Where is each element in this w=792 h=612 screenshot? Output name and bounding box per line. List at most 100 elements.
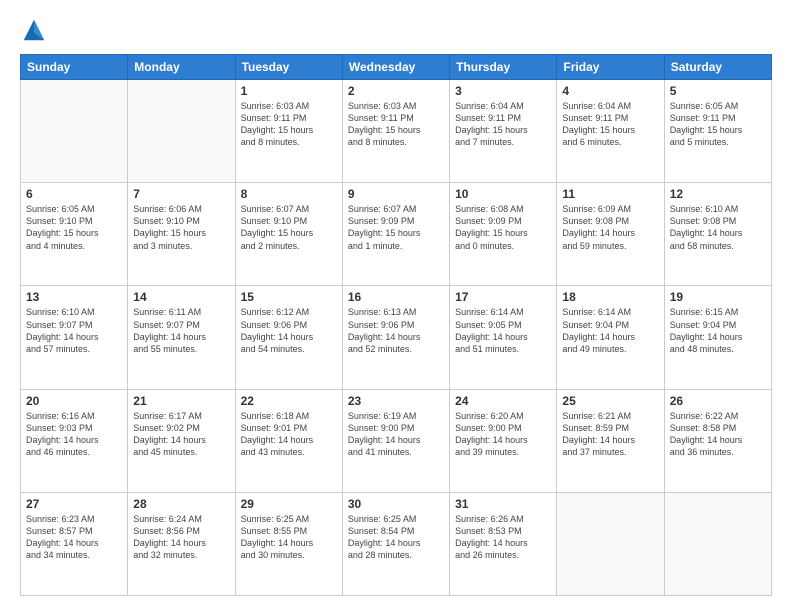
calendar-cell	[664, 492, 771, 595]
day-number: 7	[133, 187, 229, 201]
day-number: 11	[562, 187, 658, 201]
day-info: Sunrise: 6:22 AM Sunset: 8:58 PM Dayligh…	[670, 410, 766, 459]
day-info: Sunrise: 6:21 AM Sunset: 8:59 PM Dayligh…	[562, 410, 658, 459]
day-header-friday: Friday	[557, 55, 664, 80]
calendar-cell	[21, 80, 128, 183]
day-number: 2	[348, 84, 444, 98]
day-info: Sunrise: 6:18 AM Sunset: 9:01 PM Dayligh…	[241, 410, 337, 459]
day-info: Sunrise: 6:20 AM Sunset: 9:00 PM Dayligh…	[455, 410, 551, 459]
day-number: 13	[26, 290, 122, 304]
logo	[20, 16, 52, 44]
day-info: Sunrise: 6:04 AM Sunset: 9:11 PM Dayligh…	[562, 100, 658, 149]
day-info: Sunrise: 6:13 AM Sunset: 9:06 PM Dayligh…	[348, 306, 444, 355]
day-info: Sunrise: 6:15 AM Sunset: 9:04 PM Dayligh…	[670, 306, 766, 355]
calendar-cell: 30Sunrise: 6:25 AM Sunset: 8:54 PM Dayli…	[342, 492, 449, 595]
calendar-cell: 26Sunrise: 6:22 AM Sunset: 8:58 PM Dayli…	[664, 389, 771, 492]
calendar-week-row: 1 Sunrise: 6:03 AM Sunset: 9:11 PM Daylig…	[21, 80, 772, 183]
day-info: Sunrise: 6:10 AM Sunset: 9:08 PM Dayligh…	[670, 203, 766, 252]
day-number: 5	[670, 84, 766, 98]
calendar-week-row: 13 Sunrise: 6:10 AM Sunset: 9:07 PM Dayli…	[21, 286, 772, 389]
day-info: Sunrise: 6:09 AM Sunset: 9:08 PM Dayligh…	[562, 203, 658, 252]
day-info: Sunrise: 6:26 AM Sunset: 8:53 PM Dayligh…	[455, 513, 551, 562]
day-number: 27	[26, 497, 122, 511]
day-info: Sunrise: 6:03 AM Sunset: 9:11 PM Dayligh…	[348, 100, 444, 149]
day-info: Sunrise: 6:16 AM Sunset: 9:03 PM Dayligh…	[26, 410, 122, 459]
day-info: Sunrise: 6:17 AM Sunset: 9:02 PM Dayligh…	[133, 410, 229, 459]
calendar-cell: 13 Sunrise: 6:10 AM Sunset: 9:07 PM Dayli…	[21, 286, 128, 389]
day-number: 21	[133, 394, 229, 408]
day-number: 19	[670, 290, 766, 304]
calendar-cell: 24 Sunrise: 6:20 AM Sunset: 9:00 PM Dayli…	[450, 389, 557, 492]
day-header-monday: Monday	[128, 55, 235, 80]
day-number: 31	[455, 497, 551, 511]
calendar-cell: 2 Sunrise: 6:03 AM Sunset: 9:11 PM Daylig…	[342, 80, 449, 183]
day-number: 30	[348, 497, 444, 511]
day-info: Sunrise: 6:03 AM Sunset: 9:11 PM Dayligh…	[241, 100, 337, 149]
calendar-cell: 4 Sunrise: 6:04 AM Sunset: 9:11 PM Daylig…	[557, 80, 664, 183]
day-info: Sunrise: 6:07 AM Sunset: 9:10 PM Dayligh…	[241, 203, 337, 252]
day-number: 3	[455, 84, 551, 98]
day-number: 24	[455, 394, 551, 408]
day-info: Sunrise: 6:24 AM Sunset: 8:56 PM Dayligh…	[133, 513, 229, 562]
calendar-cell: 21 Sunrise: 6:17 AM Sunset: 9:02 PM Dayli…	[128, 389, 235, 492]
calendar-table: SundayMondayTuesdayWednesdayThursdayFrid…	[20, 54, 772, 596]
calendar-cell: 11 Sunrise: 6:09 AM Sunset: 9:08 PM Dayli…	[557, 183, 664, 286]
day-number: 4	[562, 84, 658, 98]
calendar-cell: 31 Sunrise: 6:26 AM Sunset: 8:53 PM Dayli…	[450, 492, 557, 595]
page: SundayMondayTuesdayWednesdayThursdayFrid…	[0, 0, 792, 612]
day-info: Sunrise: 6:25 AM Sunset: 8:55 PM Dayligh…	[241, 513, 337, 562]
day-number: 12	[670, 187, 766, 201]
calendar-cell: 27 Sunrise: 6:23 AM Sunset: 8:57 PM Dayli…	[21, 492, 128, 595]
day-info: Sunrise: 6:10 AM Sunset: 9:07 PM Dayligh…	[26, 306, 122, 355]
day-number: 20	[26, 394, 122, 408]
day-info: Sunrise: 6:06 AM Sunset: 9:10 PM Dayligh…	[133, 203, 229, 252]
day-number: 1	[241, 84, 337, 98]
calendar-cell: 28 Sunrise: 6:24 AM Sunset: 8:56 PM Dayli…	[128, 492, 235, 595]
day-number: 23	[348, 394, 444, 408]
day-info: Sunrise: 6:12 AM Sunset: 9:06 PM Dayligh…	[241, 306, 337, 355]
day-info: Sunrise: 6:07 AM Sunset: 9:09 PM Dayligh…	[348, 203, 444, 252]
day-number: 10	[455, 187, 551, 201]
calendar-cell: 1 Sunrise: 6:03 AM Sunset: 9:11 PM Daylig…	[235, 80, 342, 183]
day-number: 22	[241, 394, 337, 408]
day-header-sunday: Sunday	[21, 55, 128, 80]
day-number: 14	[133, 290, 229, 304]
calendar-cell: 12 Sunrise: 6:10 AM Sunset: 9:08 PM Dayli…	[664, 183, 771, 286]
day-number: 17	[455, 290, 551, 304]
day-header-thursday: Thursday	[450, 55, 557, 80]
day-info: Sunrise: 6:05 AM Sunset: 9:11 PM Dayligh…	[670, 100, 766, 149]
day-number: 16	[348, 290, 444, 304]
day-info: Sunrise: 6:23 AM Sunset: 8:57 PM Dayligh…	[26, 513, 122, 562]
calendar-cell: 29 Sunrise: 6:25 AM Sunset: 8:55 PM Dayli…	[235, 492, 342, 595]
calendar-cell: 10Sunrise: 6:08 AM Sunset: 9:09 PM Dayli…	[450, 183, 557, 286]
day-info: Sunrise: 6:19 AM Sunset: 9:00 PM Dayligh…	[348, 410, 444, 459]
calendar-header-row: SundayMondayTuesdayWednesdayThursdayFrid…	[21, 55, 772, 80]
calendar-cell: 19 Sunrise: 6:15 AM Sunset: 9:04 PM Dayli…	[664, 286, 771, 389]
calendar-cell: 20 Sunrise: 6:16 AM Sunset: 9:03 PM Dayli…	[21, 389, 128, 492]
day-header-wednesday: Wednesday	[342, 55, 449, 80]
header	[20, 16, 772, 44]
day-info: Sunrise: 6:05 AM Sunset: 9:10 PM Dayligh…	[26, 203, 122, 252]
calendar-cell: 14Sunrise: 6:11 AM Sunset: 9:07 PM Dayli…	[128, 286, 235, 389]
calendar-cell: 18Sunrise: 6:14 AM Sunset: 9:04 PM Dayli…	[557, 286, 664, 389]
calendar-week-row: 27 Sunrise: 6:23 AM Sunset: 8:57 PM Dayli…	[21, 492, 772, 595]
calendar-cell: 23 Sunrise: 6:19 AM Sunset: 9:00 PM Dayli…	[342, 389, 449, 492]
day-number: 6	[26, 187, 122, 201]
calendar-cell: 5 Sunrise: 6:05 AM Sunset: 9:11 PM Daylig…	[664, 80, 771, 183]
calendar-week-row: 20 Sunrise: 6:16 AM Sunset: 9:03 PM Dayli…	[21, 389, 772, 492]
calendar-cell: 3 Sunrise: 6:04 AM Sunset: 9:11 PM Daylig…	[450, 80, 557, 183]
day-number: 29	[241, 497, 337, 511]
calendar-cell: 16 Sunrise: 6:13 AM Sunset: 9:06 PM Dayli…	[342, 286, 449, 389]
day-info: Sunrise: 6:04 AM Sunset: 9:11 PM Dayligh…	[455, 100, 551, 149]
logo-icon	[20, 16, 48, 44]
day-number: 18	[562, 290, 658, 304]
calendar-cell: 7 Sunrise: 6:06 AM Sunset: 9:10 PM Daylig…	[128, 183, 235, 286]
calendar-cell: 25Sunrise: 6:21 AM Sunset: 8:59 PM Dayli…	[557, 389, 664, 492]
day-number: 28	[133, 497, 229, 511]
calendar-cell	[128, 80, 235, 183]
day-info: Sunrise: 6:14 AM Sunset: 9:05 PM Dayligh…	[455, 306, 551, 355]
calendar-cell: 15Sunrise: 6:12 AM Sunset: 9:06 PM Dayli…	[235, 286, 342, 389]
calendar-cell: 17 Sunrise: 6:14 AM Sunset: 9:05 PM Dayli…	[450, 286, 557, 389]
calendar-week-row: 6 Sunrise: 6:05 AM Sunset: 9:10 PM Daylig…	[21, 183, 772, 286]
day-header-saturday: Saturday	[664, 55, 771, 80]
